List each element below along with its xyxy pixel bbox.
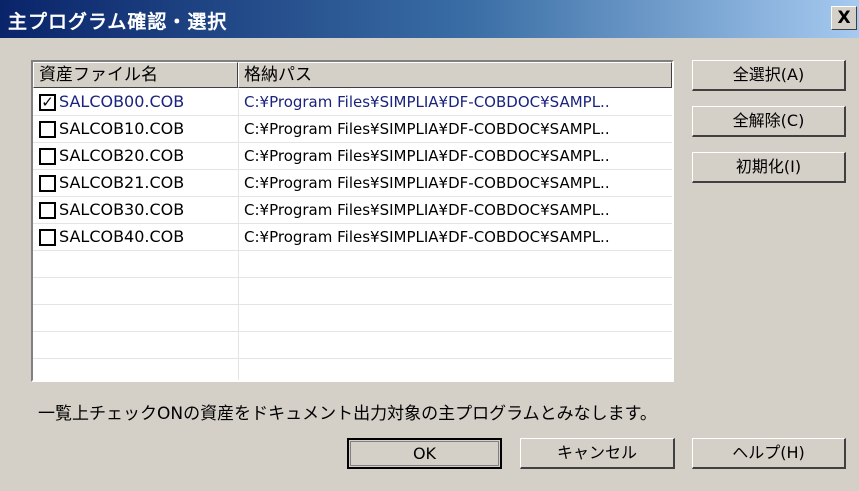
- column-header-path[interactable]: 格納パス: [238, 62, 672, 88]
- ok-button[interactable]: OK: [347, 438, 502, 469]
- file-path: C:¥Program Files¥SIMPLIA¥DF-COBDOC¥SAMPL…: [244, 228, 610, 246]
- file-name: SALCOB10.COB: [59, 119, 185, 138]
- close-icon: X: [837, 8, 851, 28]
- reset-button[interactable]: 初期化(I): [692, 152, 846, 183]
- file-path: C:¥Program Files¥SIMPLIA¥DF-COBDOC¥SAMPL…: [244, 174, 610, 192]
- cancel-button[interactable]: キャンセル: [520, 438, 675, 469]
- file-name: SALCOB00.COB: [59, 92, 185, 111]
- row-checkbox[interactable]: ✓: [39, 94, 56, 111]
- list-row[interactable]: SALCOB10.COB C:¥Program Files¥SIMPLIA¥DF…: [33, 116, 672, 143]
- file-name: SALCOB20.COB: [59, 146, 185, 165]
- file-name: SALCOB21.COB: [59, 173, 185, 192]
- list-row[interactable]: SALCOB20.COB C:¥Program Files¥SIMPLIA¥DF…: [33, 143, 672, 170]
- file-path: C:¥Program Files¥SIMPLIA¥DF-COBDOC¥SAMPL…: [244, 120, 610, 138]
- file-path: C:¥Program Files¥SIMPLIA¥DF-COBDOC¥SAMPL…: [244, 201, 610, 219]
- row-checkbox[interactable]: [39, 229, 56, 246]
- title-bar: 主プログラム確認・選択 X: [0, 0, 859, 38]
- empty-row: [33, 305, 672, 332]
- column-header-file-name[interactable]: 資産ファイル名: [33, 62, 238, 88]
- file-name: SALCOB30.COB: [59, 200, 185, 219]
- file-path: C:¥Program Files¥SIMPLIA¥DF-COBDOC¥SAMPL…: [244, 147, 610, 165]
- empty-row: [33, 359, 672, 380]
- file-path: C:¥Program Files¥SIMPLIA¥DF-COBDOC¥SAMPL…: [244, 93, 610, 111]
- select-all-button[interactable]: 全選択(A): [692, 60, 846, 91]
- empty-row: [33, 278, 672, 305]
- row-checkbox[interactable]: [39, 202, 56, 219]
- file-name: SALCOB40.COB: [59, 227, 185, 246]
- close-button[interactable]: X: [831, 6, 857, 30]
- empty-row: [33, 332, 672, 359]
- row-checkbox[interactable]: [39, 121, 56, 138]
- list-row[interactable]: SALCOB30.COB C:¥Program Files¥SIMPLIA¥DF…: [33, 197, 672, 224]
- list-row[interactable]: ✓ SALCOB00.COB C:¥Program Files¥SIMPLIA¥…: [33, 89, 672, 116]
- instruction-text: 一覧上チェックONの資産をドキュメント出力対象の主プログラムとみなします。: [38, 404, 657, 424]
- check-icon: ✓: [41, 93, 54, 111]
- list-row[interactable]: SALCOB40.COB C:¥Program Files¥SIMPLIA¥DF…: [33, 224, 672, 251]
- row-checkbox[interactable]: [39, 175, 56, 192]
- column-divider: [238, 89, 239, 380]
- asset-list[interactable]: 資産ファイル名 格納パス ✓ SALCOB00.COB C:¥Program F…: [31, 60, 674, 382]
- dialog-title: 主プログラム確認・選択: [8, 11, 228, 33]
- clear-all-button[interactable]: 全解除(C): [692, 106, 846, 137]
- list-row[interactable]: SALCOB21.COB C:¥Program Files¥SIMPLIA¥DF…: [33, 170, 672, 197]
- row-checkbox[interactable]: [39, 148, 56, 165]
- help-button[interactable]: ヘルプ(H): [692, 438, 846, 469]
- list-header: 資産ファイル名 格納パス: [33, 62, 672, 88]
- empty-row: [33, 251, 672, 278]
